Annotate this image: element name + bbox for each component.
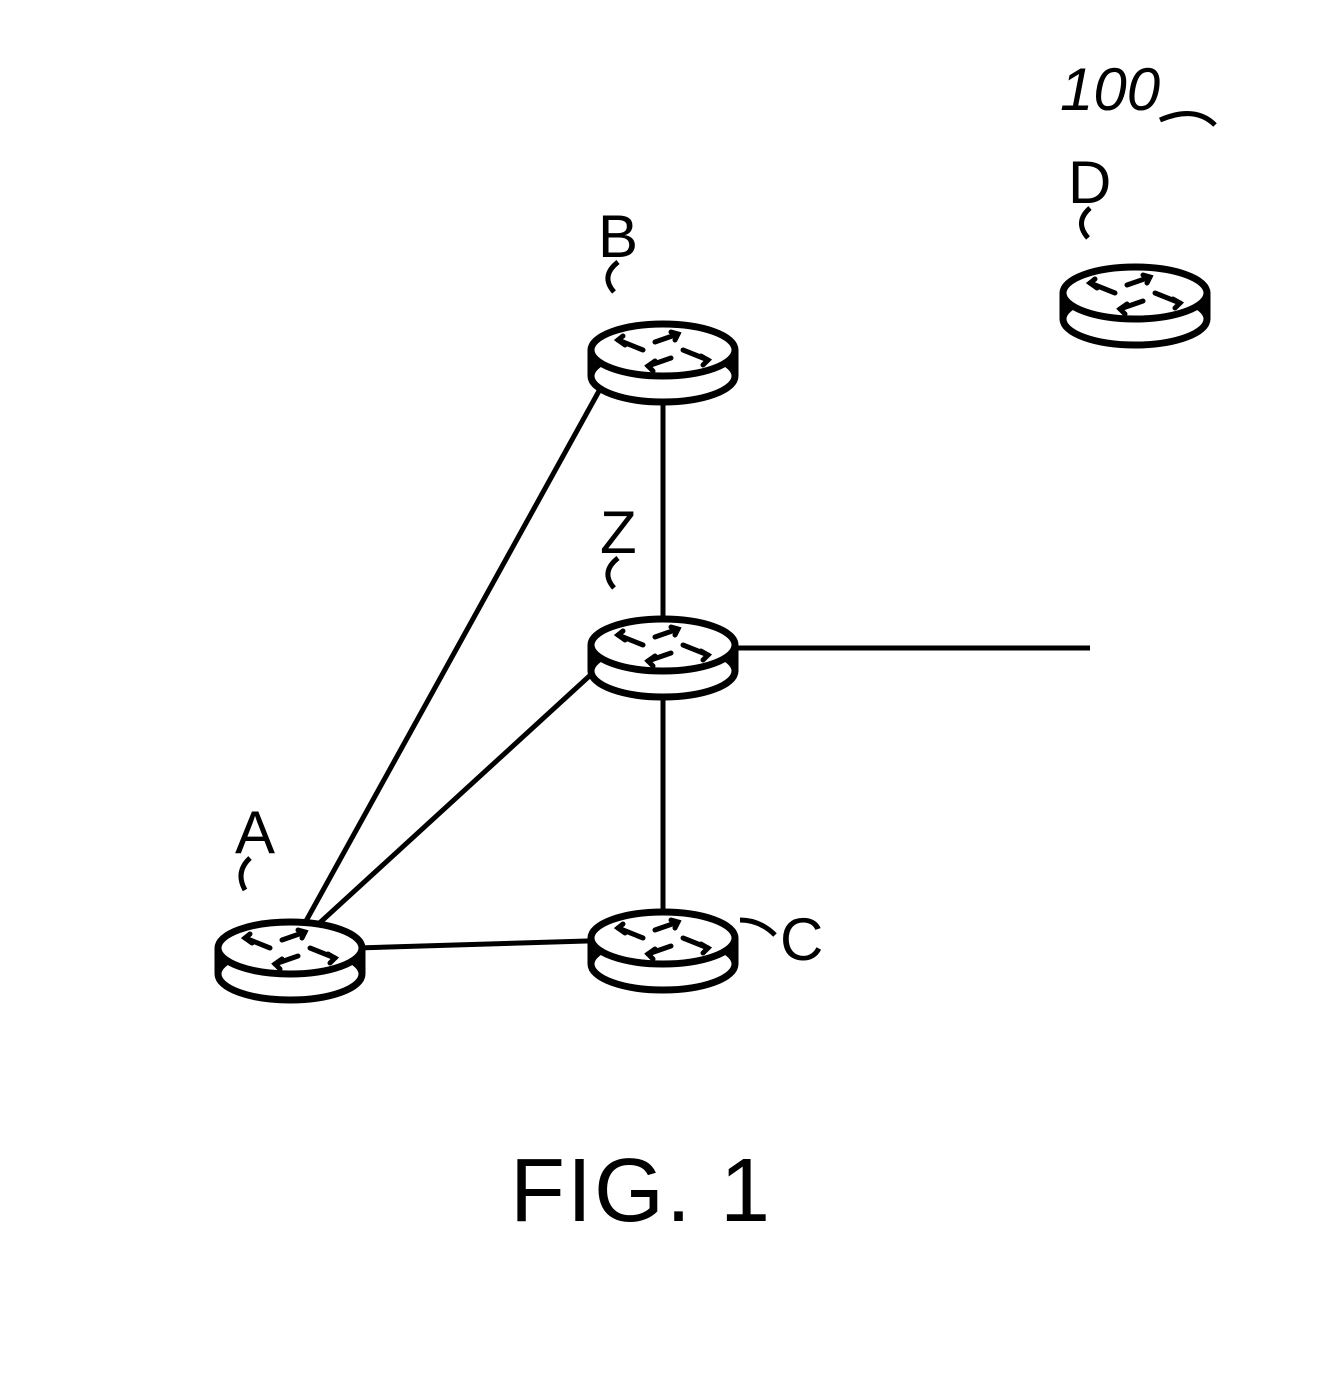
figure-label: FIG. 1	[510, 1140, 772, 1243]
router-node	[210, 886, 370, 1011]
node-label-z: Z	[600, 498, 637, 567]
diagram-stage: A B Z C D 100 FIG. 1	[0, 0, 1324, 1385]
edge	[290, 353, 620, 950]
router-node	[583, 288, 743, 413]
node-label-d: D	[1068, 148, 1111, 217]
router-node	[583, 583, 743, 708]
router-node	[1055, 231, 1215, 356]
router-node	[583, 876, 743, 1001]
node-label-b: B	[598, 202, 638, 271]
reference-numeral: 100	[1060, 55, 1160, 124]
node-label-a: A	[235, 798, 275, 867]
node-label-c: C	[780, 905, 823, 974]
